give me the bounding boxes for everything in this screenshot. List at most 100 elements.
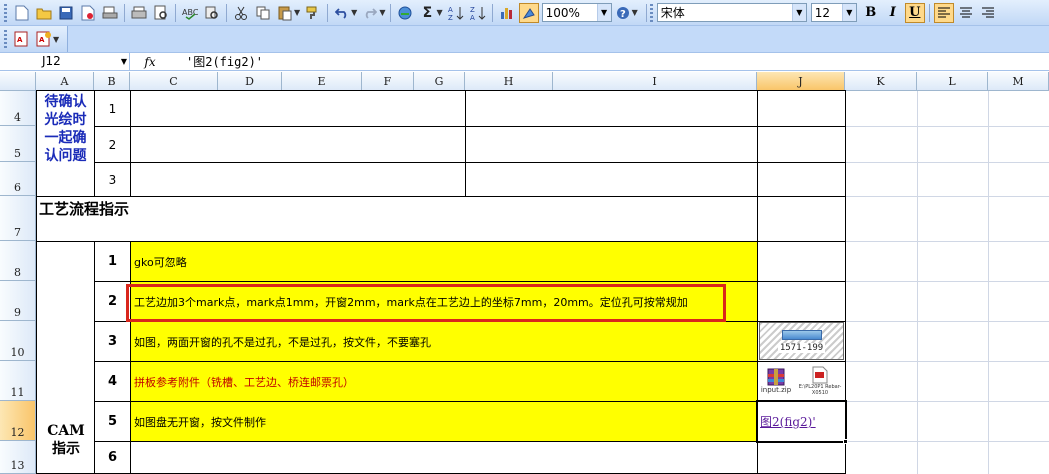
hyperlink-icon[interactable] [395,3,415,23]
paste-icon[interactable] [275,3,295,23]
zip-attachment-object[interactable]: input.zip [759,363,793,399]
select-all-corner[interactable] [0,72,36,91]
cell-h4[interactable] [465,90,758,127]
fill-handle[interactable] [843,439,848,444]
column-header-k[interactable]: K [845,72,917,91]
column-header-h[interactable]: H [465,72,553,91]
align-right-button[interactable] [978,3,998,23]
cell-a8[interactable]: CAM指示 [36,241,95,474]
spreadsheet-grid[interactable]: A B C D E F G H I J K L M 4 5 6 7 8 9 10… [0,72,1049,474]
cell-j7[interactable] [757,196,846,242]
row-header-13[interactable]: 13 [0,441,36,474]
insert-function-icon[interactable]: fx [130,55,170,69]
chevron-down-icon[interactable]: ▼ [791,4,806,21]
undo-icon[interactable] [332,3,352,23]
cell-a4[interactable]: 待确认光绘时一起确认问题 [36,90,95,197]
cell-b8[interactable]: 1 [94,241,131,282]
cell-c6[interactable] [130,162,466,197]
cell-c11[interactable]: 拼板参考附件（铣槽、工艺边、桥连邮票孔） [130,361,758,402]
chevron-down-icon[interactable]: ▼ [596,4,611,21]
cell-b10[interactable]: 3 [94,321,131,362]
chevron-down-icon[interactable]: ▼ [351,8,357,17]
pdf-email-icon[interactable]: A [34,29,54,49]
name-box[interactable]: J12 ▼ [0,53,130,70]
new-file-icon[interactable] [12,3,32,23]
cell-b12[interactable]: 5 [94,401,131,442]
convert-to-pdf-icon[interactable]: A [12,29,32,49]
cell-b11[interactable]: 4 [94,361,131,402]
save-icon[interactable] [56,3,76,23]
column-header-i[interactable]: I [553,72,757,91]
autosum-icon[interactable]: Σ [417,3,437,23]
toolbar-grip[interactable] [4,30,7,48]
row-header-10[interactable]: 10 [0,321,36,361]
cell-h5[interactable] [465,126,758,163]
help-icon[interactable]: ? [613,3,633,23]
permission-icon[interactable] [78,3,98,23]
row-header-6[interactable]: 6 [0,162,36,196]
chevron-down-icon[interactable]: ▼ [294,8,300,17]
column-header-c[interactable]: C [130,72,218,91]
cell-c10[interactable]: 如图，两面开窗的孔不是过孔，不是过孔，按文件，不要塞孔 [130,321,758,362]
chevron-down-icon[interactable]: ▼ [436,8,442,17]
cell-c5[interactable] [130,126,466,163]
row-header-11[interactable]: 11 [0,361,36,401]
chart-wizard-icon[interactable] [497,3,517,23]
print-icon[interactable] [129,3,149,23]
drawing-icon[interactable] [518,2,539,23]
font-name-select[interactable]: 宋体 ▼ [656,3,807,22]
sort-descending-icon[interactable]: ZA [468,3,488,23]
column-header-f[interactable]: F [362,72,414,91]
cell-c4[interactable] [130,90,466,127]
column-header-a[interactable]: A [36,72,94,91]
chevron-down-icon[interactable]: ▼ [121,53,127,70]
cell-c12[interactable]: 如图盘无开窗，按文件制作 [130,401,758,442]
cell-b6[interactable]: 3 [94,162,131,197]
cell-j8[interactable] [757,241,846,282]
cell-b4[interactable]: 1 [94,90,131,127]
cell-b5[interactable]: 2 [94,126,131,163]
align-left-button[interactable] [933,2,954,23]
chevron-down-icon[interactable]: ▼ [841,4,856,21]
spelling-icon[interactable]: ABC [180,3,200,23]
formula-input[interactable]: '图2(fig2)' [170,53,263,70]
cell-b13[interactable]: 6 [94,441,131,474]
column-header-m[interactable]: M [988,72,1049,91]
cell-j5[interactable] [757,126,846,163]
row-header-12[interactable]: 12 [0,401,36,441]
format-painter-icon[interactable] [303,3,323,23]
chevron-down-icon[interactable]: ▼ [53,35,59,44]
open-folder-icon[interactable] [34,3,54,23]
row-header-7[interactable]: 7 [0,196,36,241]
column-header-e[interactable]: E [282,72,362,91]
embedded-image-object[interactable]: 1571-199 [759,322,844,360]
row-header-5[interactable]: 5 [0,126,36,162]
copy-icon[interactable] [253,3,273,23]
cut-icon[interactable] [231,3,251,23]
pdf-attachment-object[interactable]: E:\PL20P1 Rebar-X0510 [796,363,844,399]
cell-c13[interactable] [130,441,758,474]
sort-ascending-icon[interactable]: AZ [446,3,466,23]
column-header-l[interactable]: L [917,72,988,91]
research-icon[interactable] [202,3,222,23]
chevron-down-icon[interactable]: ▼ [632,8,638,17]
print-preview-icon[interactable] [100,3,120,23]
column-header-b[interactable]: B [94,72,130,91]
cell-j13[interactable] [757,441,846,474]
column-header-d[interactable]: D [218,72,282,91]
toolbar-grip[interactable] [4,3,7,22]
cell-j9[interactable] [757,281,846,322]
zoom-select[interactable]: 100% ▼ [541,3,612,22]
toolbar-grip[interactable] [649,3,653,22]
column-header-j[interactable]: J [757,72,845,91]
redo-icon[interactable] [360,3,380,23]
align-center-button[interactable] [956,3,976,23]
italic-button[interactable]: I [883,3,903,23]
cell-c8[interactable]: gko可忽略 [130,241,758,282]
font-size-select[interactable]: 12 ▼ [810,3,857,22]
underline-button[interactable]: U [904,2,925,23]
cell-j4[interactable] [757,90,846,127]
column-header-g[interactable]: G [414,72,465,91]
cell-h6[interactable] [465,162,758,197]
cell-a7[interactable]: 工艺流程指示 [36,196,758,242]
